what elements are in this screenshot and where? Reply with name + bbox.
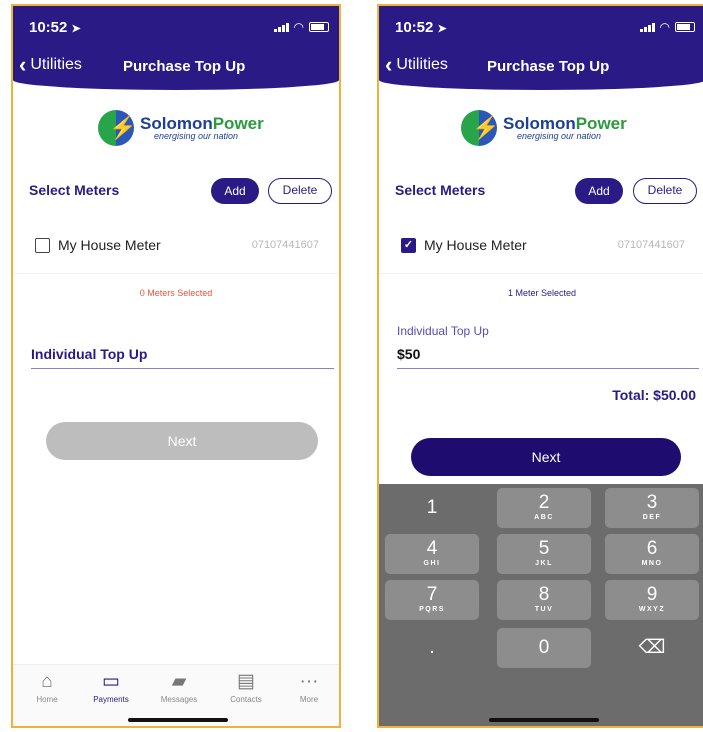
tab-home[interactable]: ⌂ Home [17,671,77,704]
lightning-logo-icon: ⚡ [98,110,136,146]
chat-icon: ▰ [171,671,187,692]
tab-more[interactable]: ··· More [279,671,339,704]
individual-top-up-label: Individual Top Up [397,324,489,338]
brand-tagline: energising our nation [154,131,239,141]
solomon-power-logo: ⚡ SolomonPower energising our nation [98,110,264,146]
back-button[interactable]: ‹ Utilities [19,52,82,77]
key-2[interactable]: 2 ABC [497,488,591,528]
page-title: Purchase Top Up [123,58,246,75]
phone-screen-left: 10:52 ➤ ◠ ‹ Utilities Purchase Top Up ⚡ S… [11,4,341,728]
tab-contacts-label: Contacts [230,695,262,704]
card-icon: ▭ [102,671,120,692]
bottom-tab-bar: ⌂ Home ▭ Payments ▰ Messages ▤ Contacts … [13,664,339,726]
meters-selected-count: 1 Meter Selected [507,288,577,298]
tab-payments-label: Payments [93,695,129,704]
home-indicator [489,718,599,722]
delete-meter-button[interactable]: Delete [268,178,332,204]
tab-payments[interactable]: ▭ Payments [81,671,141,704]
battery-icon [309,22,329,32]
tab-more-label: More [299,695,319,704]
location-arrow-icon: ➤ [437,23,447,35]
signal-icon [273,22,289,32]
select-meters-title: Select Meters [395,182,486,198]
add-meter-button[interactable]: Add [575,178,623,204]
status-icons: ◠ [273,20,329,34]
select-meters-title: Select Meters [29,182,120,198]
key-8[interactable]: 8 TUV [497,580,591,620]
backspace-icon: ⌫ [638,637,666,658]
status-icons: ◠ [639,20,695,34]
meters-selected-count: 0 Meters Selected [139,288,213,298]
phone-screen-right: 10:52 ➤ ◠ ‹ Utilities Purchase Top Up ⚡ S… [377,4,703,728]
next-button[interactable]: Next [46,422,318,460]
key-decimal[interactable]: . [385,628,479,668]
individual-top-up-field[interactable]: Individual Top Up [31,346,334,369]
back-label: Utilities [30,56,82,73]
key-9[interactable]: 9 WXYZ [605,580,699,620]
total-amount: Total: $50.00 [612,387,696,403]
key-3[interactable]: 3 DEF [605,488,699,528]
backspace-key[interactable]: ⌫ [605,628,699,668]
tab-contacts[interactable]: ▤ Contacts [216,671,276,704]
meter-checkbox[interactable] [35,238,50,253]
key-0[interactable]: 0 [497,628,591,668]
app-header: 10:52 ➤ ◠ ‹ Utilities Purchase Top Up [13,6,339,90]
status-time: 10:52 ➤ [29,19,81,36]
app-header: 10:52 ➤ ◠ ‹ Utilities Purchase Top Up [379,6,703,90]
key-6[interactable]: 6 MNO [605,534,699,574]
wifi-icon: ◠ [293,20,304,34]
contacts-icon: ▤ [237,671,255,692]
chevron-left-icon: ‹ [385,52,393,77]
tab-messages-label: Messages [160,695,198,704]
meter-number: 07107441607 [617,239,685,251]
wifi-icon: ◠ [659,20,670,34]
add-meter-button[interactable]: Add [211,178,259,204]
individual-top-up-input[interactable]: $50 [397,346,699,369]
brand-tagline: energising our nation [517,131,602,141]
numeric-keypad: 1 2 ABC 3 DEF 4 GHI 5 JKL 6 MNO 7 PQRS 8 TUV 9W… [379,484,703,726]
home-indicator [128,718,228,722]
back-label: Utilities [396,56,448,73]
key-7[interactable]: 7 PQRS [385,580,479,620]
home-icon: ⌂ [41,671,53,692]
key-5[interactable]: 5 JKL [497,534,591,574]
delete-meter-button[interactable]: Delete [633,178,697,204]
meter-list-item[interactable]: ✓ My House Meter 07107441607 [379,230,703,274]
meter-checkbox-checked[interactable]: ✓ [401,238,416,253]
meter-number: 07107441607 [251,239,319,251]
tab-home-label: Home [36,695,58,704]
meter-name: My House Meter [58,237,161,253]
meter-list-item[interactable]: My House Meter 07107441607 [13,230,339,274]
back-button[interactable]: ‹ Utilities [385,52,448,77]
solomon-power-logo: ⚡ SolomonPower energising our nation [461,110,627,146]
tab-messages[interactable]: ▰ Messages [149,671,209,704]
chevron-left-icon: ‹ [19,52,27,77]
key-1[interactable]: 1 [385,488,479,528]
battery-icon [675,22,695,32]
key-4[interactable]: 4 GHI [385,534,479,574]
signal-icon [639,22,655,32]
next-button[interactable]: Next [411,438,681,476]
location-arrow-icon: ➤ [71,23,81,35]
status-time: 10:52 ➤ [395,19,447,36]
meter-name: My House Meter [424,237,527,253]
lightning-logo-icon: ⚡ [461,110,499,146]
more-icon: ··· [299,671,319,692]
page-title: Purchase Top Up [487,58,610,75]
